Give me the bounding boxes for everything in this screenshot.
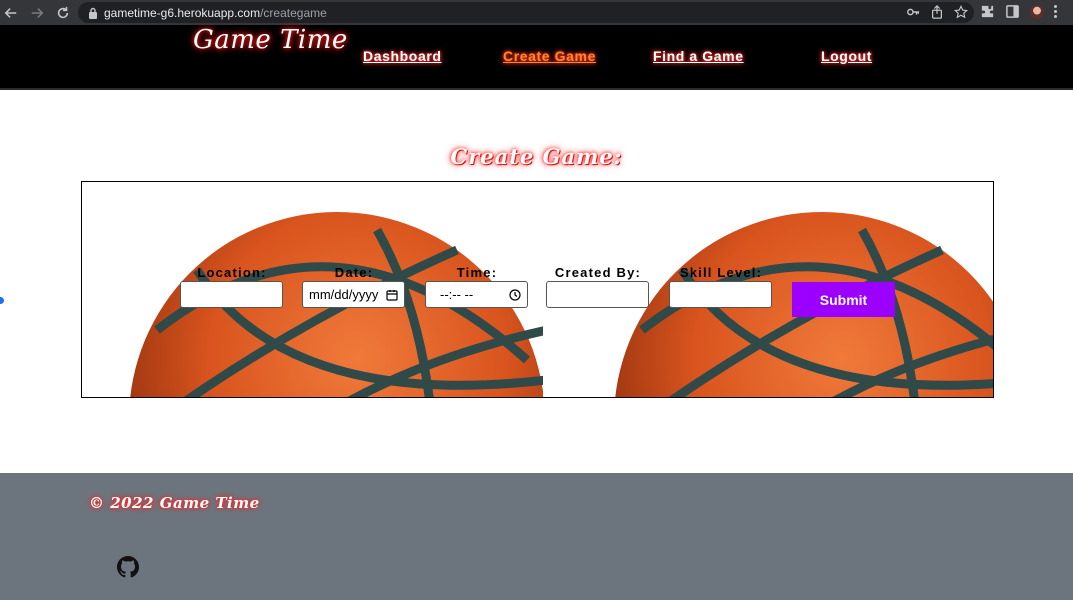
copyright-text: © 2022 Game Time [89, 494, 260, 512]
share-icon[interactable] [930, 5, 944, 19]
extensions-icon[interactable] [980, 4, 995, 19]
calendar-icon[interactable] [386, 289, 398, 301]
github-icon[interactable] [117, 556, 139, 578]
nav-dashboard[interactable]: Dashboard [363, 48, 442, 64]
star-icon[interactable] [954, 5, 968, 19]
focus-indicator [0, 297, 4, 304]
site-header: Game Time Dashboard Create Game Find a G… [0, 25, 1073, 90]
location-label: Location: [197, 265, 267, 280]
key-icon[interactable] [906, 5, 920, 19]
profile-avatar[interactable] [1030, 4, 1044, 19]
browser-toolbar: gametime-g6.herokuapp.com/creategame [0, 0, 1073, 25]
time-input[interactable]: --:-- -- [425, 281, 528, 308]
nav-find-a-game[interactable]: Find a Game [653, 48, 744, 64]
create-game-form: Location: Date: mm/dd/yyyy Time: --:-- -… [81, 181, 994, 398]
reload-icon[interactable] [54, 4, 72, 22]
nav-create-game[interactable]: Create Game [503, 48, 596, 64]
time-group: Time: --:-- -- [425, 265, 529, 308]
page-title: Create Game: [450, 144, 623, 169]
nav-logout[interactable]: Logout [821, 48, 872, 64]
back-icon[interactable] [2, 4, 20, 22]
location-group: Location: [180, 265, 284, 308]
url-text: gametime-g6.herokuapp.com/creategame [104, 5, 327, 20]
date-group: Date: mm/dd/yyyy [302, 265, 406, 308]
address-bar[interactable]: gametime-g6.herokuapp.com/creategame [78, 2, 974, 23]
created-by-group: Created By: [546, 265, 650, 308]
created-by-input[interactable] [546, 281, 649, 308]
submit-button[interactable]: Submit [792, 282, 895, 317]
date-input[interactable]: mm/dd/yyyy [302, 281, 405, 308]
forward-icon[interactable] [28, 4, 46, 22]
clock-icon[interactable] [509, 288, 521, 301]
skill-level-group: Skill Level: [669, 265, 773, 308]
site-footer: © 2022 Game Time [0, 473, 1073, 600]
date-value: mm/dd/yyyy [309, 287, 379, 302]
menu-icon[interactable] [1054, 5, 1058, 18]
side-panel-icon[interactable] [1005, 4, 1020, 19]
time-value: --:-- -- [440, 287, 474, 302]
date-label: Date: [334, 265, 374, 280]
created-by-label: Created By: [554, 265, 642, 280]
location-input[interactable] [180, 281, 283, 308]
skill-level-input[interactable] [669, 281, 772, 308]
site-logo[interactable]: Game Time [193, 25, 348, 55]
skill-level-label: Skill Level: [679, 265, 763, 280]
lock-icon [89, 7, 97, 19]
time-label: Time: [456, 265, 498, 280]
